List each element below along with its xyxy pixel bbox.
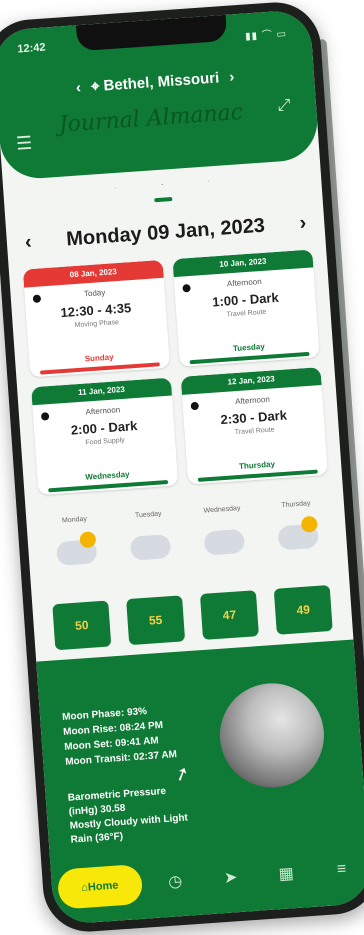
weather-conditions: Barometric Pressure (inHg) 30.58 Mostly … [67, 783, 201, 848]
menu-icon[interactable]: ☰ [15, 133, 33, 155]
weather-strip: Monday 50 Tuesday 55 Wednesday 47 Thursd… [40, 489, 340, 659]
location-pin-icon: ⌖ [90, 77, 101, 96]
forecast-card[interactable]: 11 Jan, 2023 Afternoon 2:00 - Dark Food … [31, 377, 179, 496]
weather-day[interactable]: Monday 50 [40, 504, 118, 658]
clock-icon[interactable]: ◷ [152, 860, 199, 903]
forecast-card[interactable]: 12 Jan, 2023 Afternoon 2:30 - Dark Trave… [180, 367, 328, 485]
share-icon[interactable]: ⤢ [271, 96, 297, 122]
navigation-arrow-icon[interactable]: ➤ [207, 856, 254, 899]
temperature: 55 [126, 595, 186, 646]
cloud-icon [203, 528, 246, 556]
list-icon[interactable]: ≡ [318, 848, 364, 891]
phone-mockup: 12:42 ▮▮ ⌒ ▭ ‹ ⌖ Bethel, Missouri › Jour… [0, 0, 364, 935]
date-next-button[interactable]: › [299, 211, 307, 234]
app-screen: 12:42 ▮▮ ⌒ ▭ ‹ ⌖ Bethel, Missouri › Jour… [0, 9, 364, 926]
weather-day[interactable]: Wednesday 47 [187, 494, 265, 648]
calendar-icon[interactable]: ▦ [263, 852, 310, 895]
weather-day-label: Tuesday [134, 510, 162, 520]
forecast-card[interactable]: 10 Jan, 2023 Afternoon 1:00 - Dark Trave… [172, 249, 320, 367]
card-date: 12 Jan, 2023 [180, 367, 322, 395]
tab-left[interactable]: · [114, 183, 118, 207]
home-label: Home [87, 879, 119, 894]
home-button[interactable]: ⌂ Home [56, 863, 144, 910]
forecast-card[interactable]: 08 Jan, 2023 Today 12:30 - 4:35 Moving P… [22, 259, 171, 378]
weather-day[interactable]: Thursday 49 [261, 489, 339, 643]
rain-cloud-icon [129, 534, 172, 561]
weather-day-label: Thursday [281, 500, 311, 510]
location-label: Bethel, Missouri [103, 69, 220, 95]
moon-info: Moon Phase: 93% Moon Rise: 08:24 PM Moon… [62, 702, 178, 770]
temperature: 50 [52, 600, 112, 651]
weather-day-label: Monday [61, 515, 88, 525]
moon-image [216, 679, 328, 791]
weather-day-label: Wednesday [203, 505, 241, 515]
chevron-right-icon[interactable]: › [229, 68, 235, 85]
app-title: Journal Almanac [57, 99, 244, 138]
weather-description [270, 561, 330, 565]
weather-description [196, 566, 256, 570]
temperature: 49 [273, 584, 333, 635]
card-date: 11 Jan, 2023 [31, 377, 172, 406]
date-prev-button[interactable]: ‹ [24, 230, 32, 253]
tab-active[interactable]: · [161, 180, 165, 204]
weather-description [122, 571, 182, 575]
app-header: 12:42 ▮▮ ⌒ ▭ ‹ ⌖ Bethel, Missouri › Jour… [0, 9, 320, 181]
status-time: 12:42 [17, 41, 46, 56]
location-selector[interactable]: ‹ ⌖ Bethel, Missouri › [0, 63, 314, 102]
signal-wifi-battery-icons: ▮▮ ⌒ ▭ [244, 28, 288, 43]
chevron-left-icon[interactable]: ‹ [75, 79, 81, 96]
tab-right[interactable]: · [207, 176, 211, 200]
card-date: 10 Jan, 2023 [172, 249, 314, 278]
forecast-cards: 08 Jan, 2023 Today 12:30 - 4:35 Moving P… [22, 249, 328, 496]
current-date: Monday 09 Jan, 2023 [65, 214, 266, 250]
weather-description [49, 576, 109, 580]
temperature: 47 [199, 590, 259, 640]
weather-day[interactable]: Tuesday 55 [113, 499, 191, 653]
card-date: 08 Jan, 2023 [22, 259, 164, 288]
